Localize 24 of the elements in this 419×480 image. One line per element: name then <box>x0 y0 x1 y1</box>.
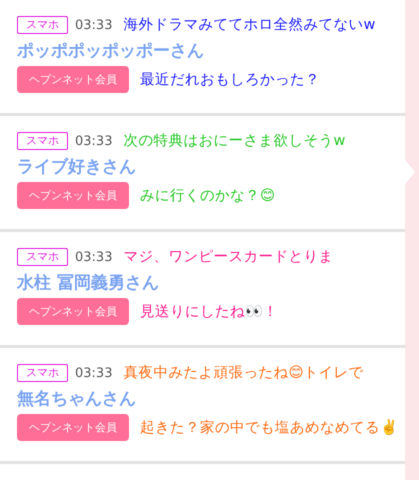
overlay-caption: 起きた？家の中でも塩あめなめてる✌ <box>140 418 398 438</box>
post-time: 03:33 <box>75 366 112 380</box>
member-badge: ヘブンネット会員 <box>17 66 129 93</box>
post-time: 03:33 <box>75 250 112 264</box>
user-name[interactable]: 水柱 冨岡義勇さん <box>17 272 159 294</box>
overlay-caption: 次の特典はおにーさま欲しそうw <box>123 132 346 151</box>
overlay-caption: みに行くのかな？😊 <box>140 186 276 206</box>
member-badge: ヘブンネット会員 <box>17 414 129 441</box>
device-tag: スマホ <box>17 16 68 34</box>
user-name[interactable]: ポッポポッポッポーさん <box>17 40 204 62</box>
member-badge: ヘブンネット会員 <box>17 298 129 325</box>
user-name[interactable]: 無名ちゃんさん <box>17 388 136 410</box>
overlay-caption: 海外ドラマみててホロ全然みてないw <box>123 16 376 35</box>
user-name[interactable]: ライブ好きさん <box>17 156 136 178</box>
overlay-caption: 最近だれおもしろかった？ <box>140 70 320 90</box>
device-tag: スマホ <box>17 132 68 150</box>
device-tag: スマホ <box>17 248 68 266</box>
overlay-caption: マジ、ワンピースカードとりま <box>123 248 334 267</box>
member-badge: ヘブンネット会員 <box>17 182 129 209</box>
overlay-caption: 見送りにしたね👀！ <box>140 302 278 322</box>
device-tag: スマホ <box>17 364 68 382</box>
post-time: 03:33 <box>75 18 112 32</box>
overlay-caption: 真夜中みたよ頑張ったね😊トイレで <box>123 364 364 383</box>
post-time: 03:33 <box>75 134 112 148</box>
